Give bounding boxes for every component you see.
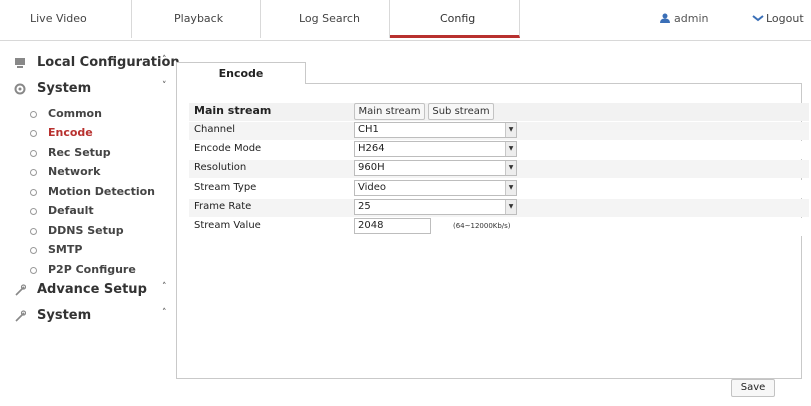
bullet-icon <box>30 150 37 157</box>
field-row-stream-value: Stream Value 2048 (64~12000Kb/s) <box>189 218 809 236</box>
bullet-icon <box>30 228 37 235</box>
bullet-icon <box>30 169 37 176</box>
bullet-icon <box>30 247 37 254</box>
section-heading: Main stream <box>194 104 272 117</box>
dropdown-arrow-icon[interactable]: ▼ <box>505 123 516 137</box>
wrench-icon <box>15 310 26 322</box>
dropdown-arrow-icon[interactable]: ▼ <box>505 200 516 214</box>
main-stream-button[interactable]: Main stream <box>354 103 425 120</box>
stream-value-input[interactable]: 2048 <box>354 218 431 234</box>
tab-live-video[interactable]: Live Video <box>0 0 132 38</box>
bullet-icon <box>30 130 37 137</box>
tab-config[interactable]: Config <box>390 0 520 38</box>
bullet-icon <box>30 208 37 215</box>
chevron-up-icon: ˄ <box>162 282 167 292</box>
stream-value-range-hint: (64~12000Kb/s) <box>453 222 511 230</box>
sub-stream-button[interactable]: Sub stream <box>428 103 494 120</box>
user-icon <box>660 13 670 23</box>
user-info[interactable]: admin <box>660 0 708 38</box>
bullet-icon <box>30 111 37 118</box>
encode-mode-select[interactable]: H264 ▼ <box>354 141 517 157</box>
tab-encode[interactable]: Encode <box>176 62 306 84</box>
chevron-up-icon: ˄ <box>162 308 167 318</box>
field-row-encode-mode: Encode Mode H264 ▼ <box>189 141 809 159</box>
chevron-down-icon: ˅ <box>162 81 167 91</box>
tab-playback[interactable]: Playback <box>132 0 261 38</box>
frame-rate-select[interactable]: 25 ▼ <box>354 199 517 215</box>
field-row-resolution: Resolution 960H ▼ <box>189 160 809 178</box>
gear-icon <box>14 83 26 95</box>
field-row-channel: Channel CH1 ▼ <box>189 122 809 140</box>
logout-icon <box>752 15 764 22</box>
stream-type-select[interactable]: Video ▼ <box>354 180 517 196</box>
bullet-icon <box>30 267 37 274</box>
field-row-frame-rate: Frame Rate 25 ▼ <box>189 199 809 217</box>
monitor-icon <box>15 58 25 68</box>
chevron-up-icon: ˄ <box>162 55 167 65</box>
logout-button[interactable]: Logout <box>752 0 804 38</box>
username: admin <box>674 12 709 25</box>
dropdown-arrow-icon[interactable]: ▼ <box>505 161 516 175</box>
resolution-select[interactable]: 960H ▼ <box>354 160 517 176</box>
tab-log-search[interactable]: Log Search <box>261 0 390 38</box>
dropdown-arrow-icon[interactable]: ▼ <box>505 142 516 156</box>
save-button[interactable]: Save <box>731 379 775 397</box>
wrench-icon <box>15 284 26 296</box>
dropdown-arrow-icon[interactable]: ▼ <box>505 181 516 195</box>
field-row-stream-type: Stream Type Video ▼ <box>189 180 809 198</box>
top-navigation: Live Video Playback Log Search Config ad… <box>0 0 811 41</box>
bullet-icon <box>30 189 37 196</box>
channel-select[interactable]: CH1 ▼ <box>354 122 517 138</box>
main-stream-header-row: Main stream Main stream Sub stream <box>189 103 809 121</box>
